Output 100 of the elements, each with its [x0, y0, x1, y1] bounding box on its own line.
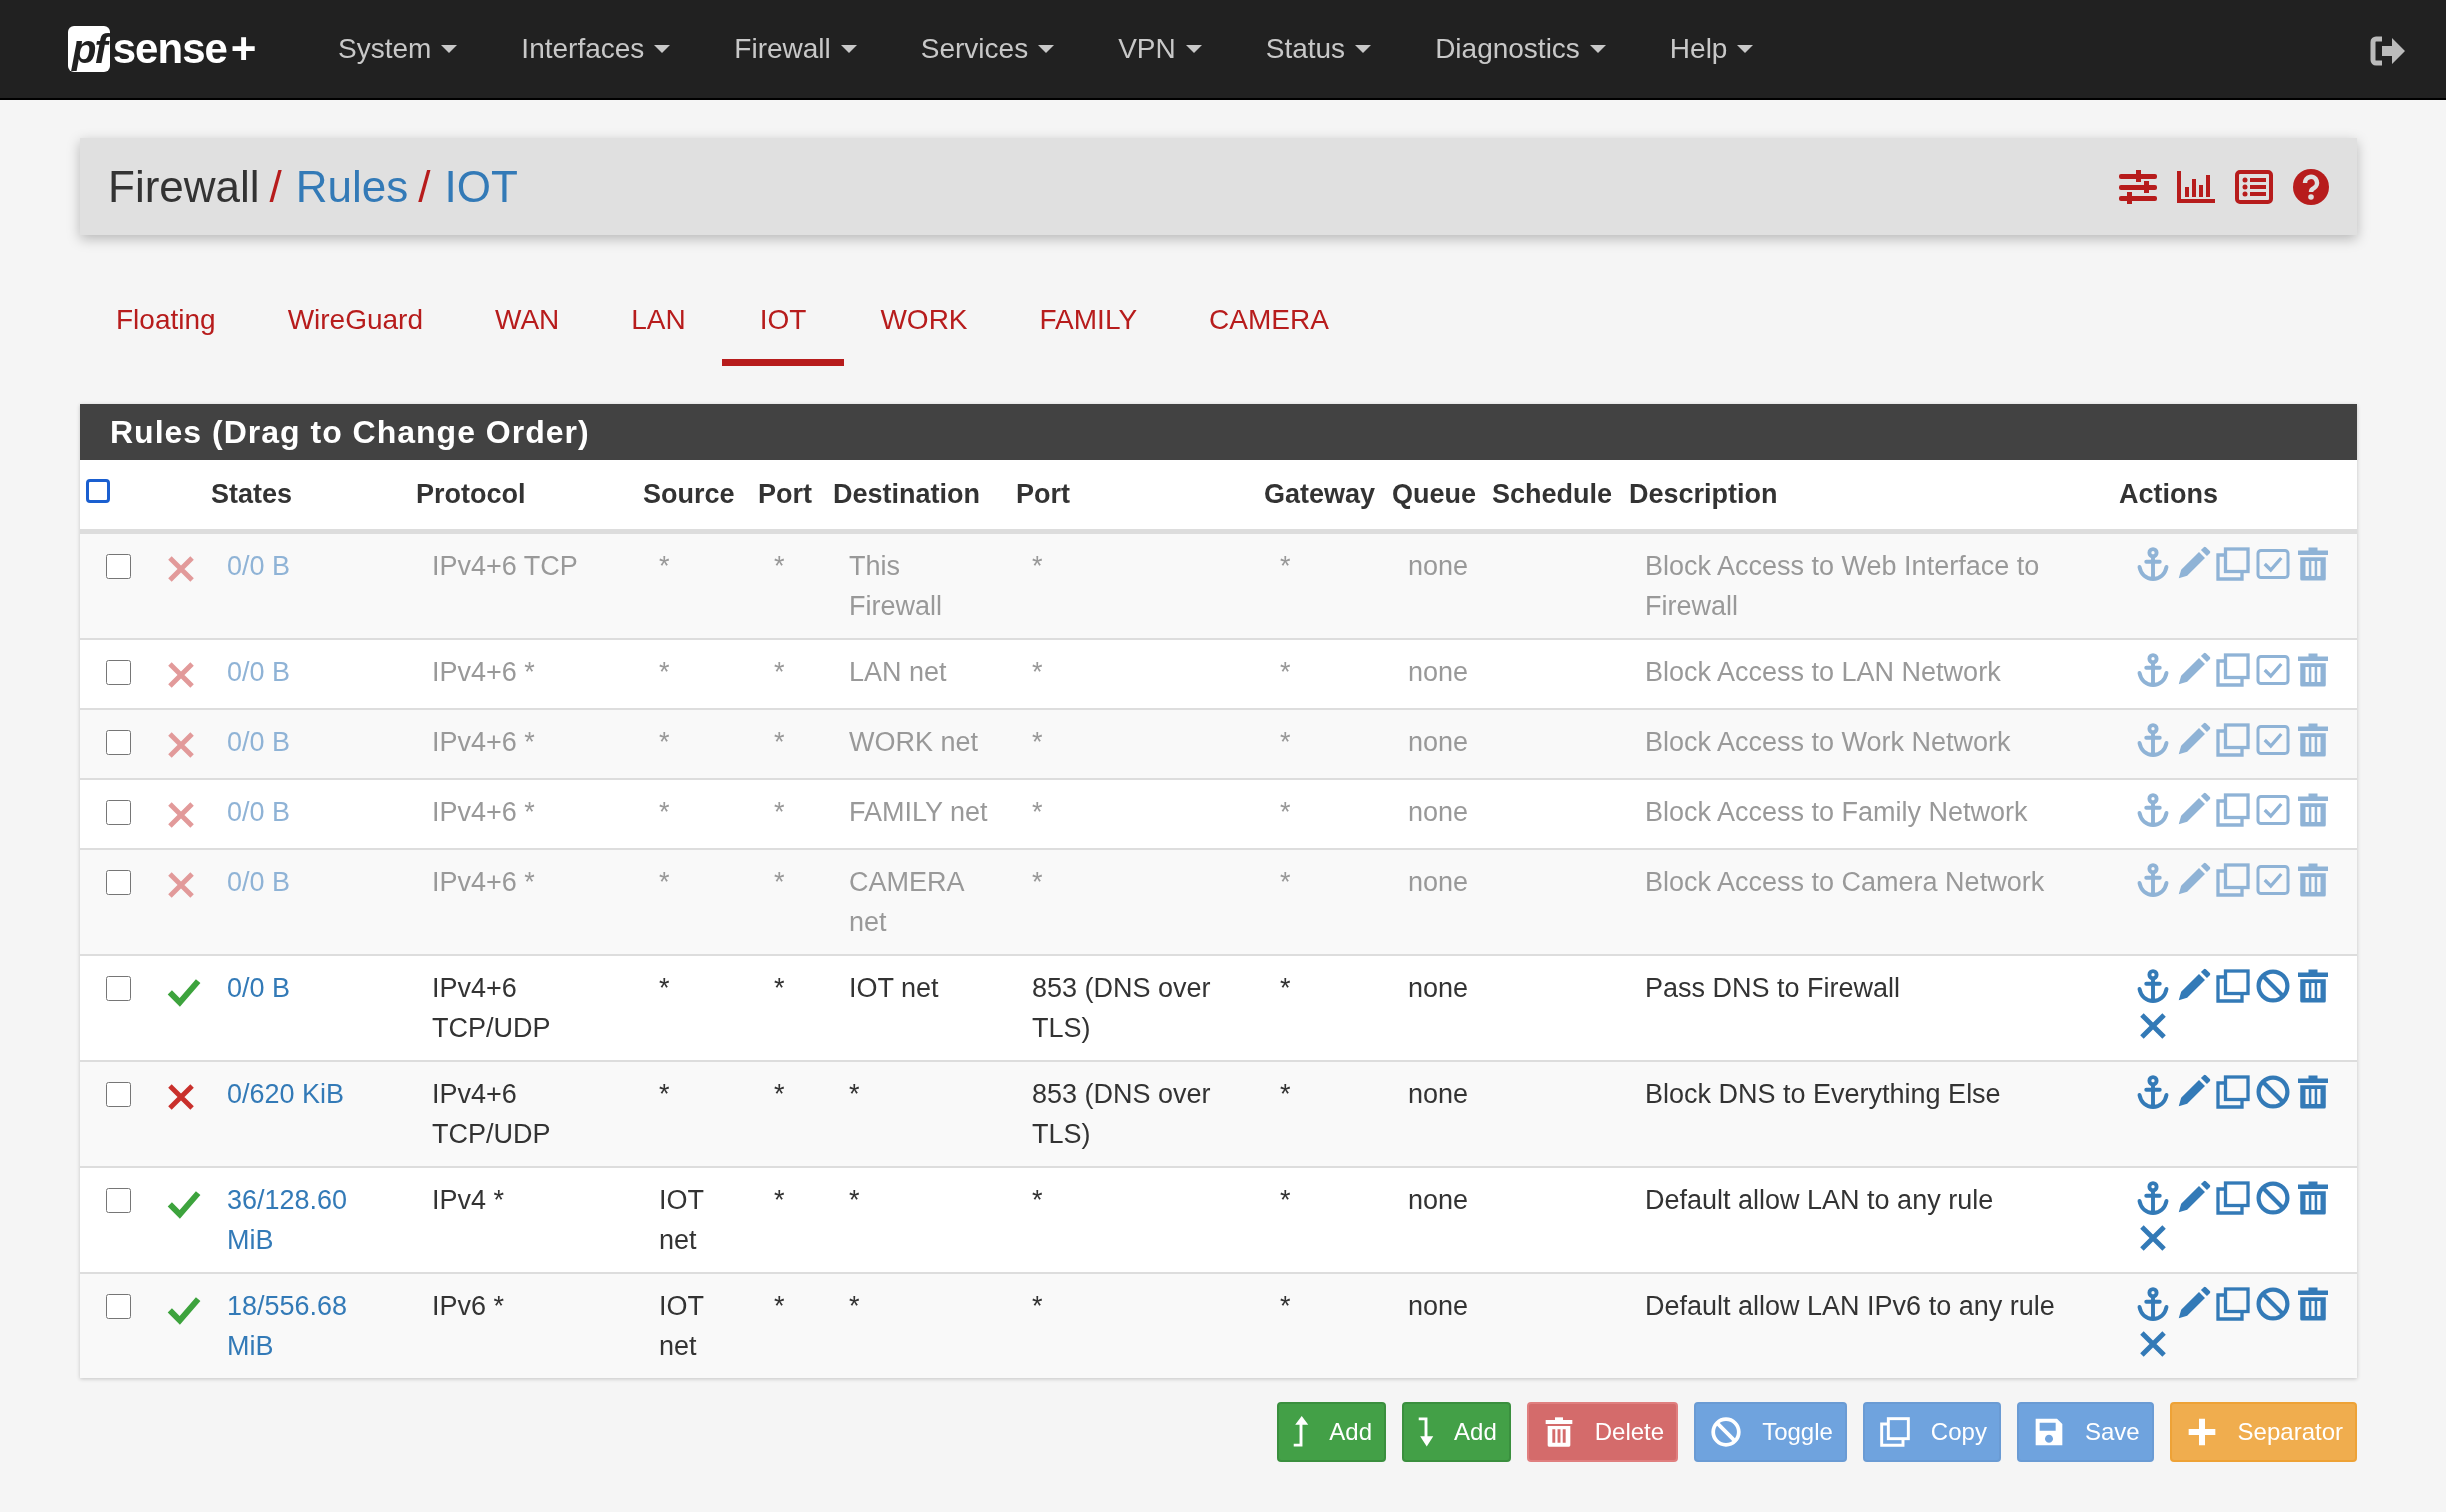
- table-cell: *: [1258, 708, 1386, 779]
- table-cell: IOT net: [637, 1272, 752, 1378]
- ban-icon[interactable]: [2255, 967, 2291, 1004]
- add-button[interactable]: Add: [1402, 1401, 1511, 1462]
- row-checkbox[interactable]: [106, 1081, 131, 1107]
- close-icon[interactable]: [2139, 1329, 2167, 1358]
- table-cell: *: [752, 1272, 827, 1378]
- nav-menu[interactable]: System: [338, 28, 458, 70]
- table-cell: Block Access to Camera Network: [1623, 848, 2113, 955]
- copy-icon[interactable]: [2215, 1285, 2251, 1322]
- nav-menu[interactable]: Firewall: [734, 28, 857, 70]
- close-icon[interactable]: [2139, 1011, 2167, 1040]
- ban-icon[interactable]: [2255, 1285, 2291, 1322]
- arrow-down-icon: [1418, 1415, 1435, 1448]
- table-cell: Block DNS to Everything Else: [1623, 1060, 2113, 1167]
- ban-icon[interactable]: [2255, 1179, 2291, 1216]
- table-cell: IPv6 *: [410, 1272, 637, 1378]
- logo-plus[interactable]: +: [230, 26, 257, 72]
- table-cell: *: [637, 1060, 752, 1167]
- table-cell: IPv4+6 TCP: [410, 531, 637, 639]
- add-button[interactable]: Add: [1277, 1401, 1387, 1462]
- help-icon[interactable]: [2293, 168, 2329, 205]
- row-checkbox[interactable]: [106, 1293, 131, 1319]
- logo-box[interactable]: pf: [68, 26, 110, 72]
- table-cell: none: [1386, 1272, 1486, 1378]
- copy-icon[interactable]: [2215, 967, 2251, 1004]
- table-cell: *: [752, 531, 827, 639]
- copy-icon[interactable]: [2215, 1179, 2251, 1216]
- delete-button[interactable]: Delete: [1526, 1401, 1679, 1462]
- table-cell: *: [752, 708, 827, 779]
- table-cell: none: [1386, 708, 1486, 779]
- sign-out-icon[interactable]: [2370, 35, 2406, 66]
- table-cell: This Firewall: [827, 531, 1010, 639]
- table-cell: *: [1258, 531, 1386, 639]
- table-cell: none: [1386, 531, 1486, 639]
- anchor-icon[interactable]: [2135, 1179, 2171, 1216]
- interface-tab[interactable]: LAN: [631, 299, 686, 366]
- table-cell: none: [1386, 848, 1486, 955]
- table-cell: *: [1010, 531, 1258, 639]
- interface-tab[interactable]: CAMERA: [1209, 299, 1329, 366]
- nav-menu[interactable]: Help: [1669, 28, 1754, 70]
- interface-tab[interactable]: WAN: [495, 299, 560, 366]
- nav-menu[interactable]: VPN: [1118, 28, 1202, 70]
- table-cell: *: [827, 1272, 1010, 1378]
- interface-tab[interactable]: Floating: [116, 299, 216, 366]
- table-cell: none: [1386, 1060, 1486, 1167]
- breadcrumb-link[interactable]: Rules: [295, 153, 409, 220]
- table-cell: WORK net: [827, 708, 1010, 779]
- interface-tab[interactable]: FAMILY: [1039, 299, 1138, 366]
- table-cell: 853 (DNS over TLS): [1010, 1060, 1258, 1167]
- interface-tab[interactable]: WORK: [880, 299, 968, 366]
- row-checkbox[interactable]: [106, 975, 131, 1001]
- list-icon[interactable]: [2235, 169, 2273, 204]
- nav-menu[interactable]: Diagnostics: [1435, 28, 1606, 70]
- table-cell: *: [1258, 1060, 1386, 1167]
- table-cell: *: [637, 848, 752, 955]
- table-cell: *: [752, 1060, 827, 1167]
- states-link[interactable]: 0/0 B: [227, 967, 291, 1008]
- delete-icon[interactable]: [2295, 1073, 2331, 1110]
- table-cell: Default allow LAN IPv6 to any rule: [1623, 1272, 2113, 1378]
- nav-menu[interactable]: Interfaces: [521, 28, 671, 70]
- interface-tab[interactable]: WireGuard: [287, 299, 423, 366]
- table-cell: *: [1010, 708, 1258, 779]
- anchor-icon[interactable]: [2135, 1073, 2171, 1110]
- bar-chart-icon[interactable]: [2177, 170, 2215, 203]
- select-all-checkbox[interactable]: [86, 479, 110, 503]
- close-icon[interactable]: [2139, 1223, 2167, 1252]
- copy-icon: [1878, 1415, 1911, 1448]
- states-link[interactable]: 36/128.60 MiB: [227, 1179, 400, 1260]
- table-cell: *: [637, 531, 752, 639]
- ban-icon: [1710, 1415, 1743, 1448]
- table-cell: IPv4+6 TCP/UDP: [410, 1060, 637, 1167]
- anchor-icon[interactable]: [2135, 1285, 2171, 1322]
- breadcrumb-separator: /: [418, 160, 431, 213]
- breadcrumb-text: Firewall: [108, 160, 260, 213]
- table-cell: *: [1258, 848, 1386, 955]
- panel-title: Rules (Drag to Change Order): [80, 404, 2357, 460]
- table-cell: Block Access to Work Network: [1623, 708, 2113, 779]
- table-cell: Block Access to Web Interface to Firewall: [1623, 531, 2113, 639]
- copy-icon[interactable]: [2215, 1073, 2251, 1110]
- breadcrumb-link[interactable]: IOT: [444, 153, 518, 220]
- table-cell: *: [752, 848, 827, 955]
- table-cell: *: [827, 1060, 1010, 1167]
- table-cell: *: [1010, 1272, 1258, 1378]
- ban-icon[interactable]: [2255, 1073, 2291, 1110]
- table-cell: CAMERA net: [827, 848, 1010, 955]
- delete-icon[interactable]: [2295, 1179, 2331, 1216]
- logo-text[interactable]: sense: [112, 26, 227, 72]
- table-cell: IPv4+6 *: [410, 848, 637, 955]
- row-checkbox[interactable]: [106, 1187, 131, 1213]
- anchor-icon[interactable]: [2135, 967, 2171, 1004]
- interface-tab[interactable]: IOT: [721, 299, 845, 366]
- table-cell: *: [1010, 848, 1258, 955]
- sliders-icon[interactable]: [2119, 169, 2157, 204]
- table-cell: IPv4+6 *: [410, 708, 637, 779]
- nav-menu[interactable]: Services: [920, 28, 1055, 70]
- arrow-up-icon: [1293, 1415, 1310, 1448]
- delete-icon[interactable]: [2295, 967, 2331, 1004]
- delete-icon[interactable]: [2295, 1285, 2331, 1322]
- nav-menu[interactable]: Status: [1265, 28, 1372, 70]
